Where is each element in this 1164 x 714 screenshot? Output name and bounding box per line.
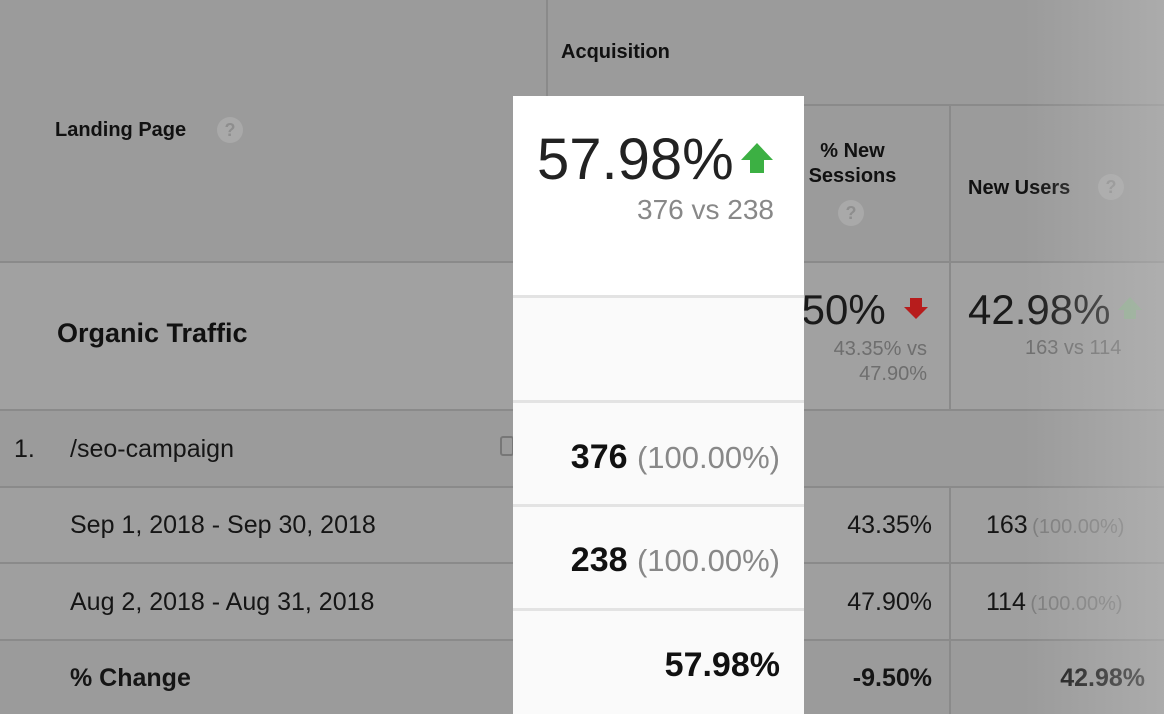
help-icon[interactable]: ? [217, 117, 243, 143]
new-users-pct: (100.00%) [1032, 516, 1125, 538]
arrow-down-icon [903, 296, 929, 325]
divider [513, 400, 804, 403]
new-sessions-value: 43.35% [847, 511, 932, 539]
new-users-change: 42.98% [968, 286, 1111, 333]
highlight-change: 57.98% [537, 127, 734, 192]
highlight-row2: 238 (100.00%) [571, 541, 780, 580]
highlight-compare: 376 vs 238 [637, 194, 774, 225]
new-users-cell: 114 (100.00%) [986, 588, 1123, 617]
new-users-cell: 163 (100.00%) [986, 511, 1124, 540]
divider [513, 295, 804, 298]
new-users-value: 114 [986, 588, 1026, 616]
new-users-pct: (100.00%) [1030, 593, 1123, 615]
landing-page-header[interactable]: Landing Page [55, 119, 186, 142]
date-range-label: Aug 2, 2018 - Aug 31, 2018 [70, 588, 375, 616]
divider [949, 104, 951, 410]
new-users-value: 163 [986, 511, 1028, 539]
highlight-change-row: 57.98% [664, 646, 780, 684]
copy-icon[interactable] [500, 436, 514, 456]
help-icon[interactable]: ? [838, 200, 864, 226]
segment-label: Organic Traffic [57, 318, 248, 348]
value: 238 [570, 541, 628, 579]
date-range-label: Sep 1, 2018 - Sep 30, 2018 [70, 511, 376, 539]
new-sessions-header[interactable]: % New Sessions [800, 139, 905, 189]
new-sessions-change: .50% [790, 286, 886, 333]
new-sessions-value: 47.90% [847, 588, 932, 616]
new-users-change-value: 42.98% [1060, 664, 1145, 692]
landing-page-link[interactable]: /seo-campaign [70, 435, 234, 464]
new-users-header[interactable]: New Users [968, 177, 1070, 200]
change-label: % Change [70, 664, 191, 692]
acquisition-header: Acquisition [561, 41, 670, 63]
arrow-up-icon [740, 142, 774, 179]
highlighted-column: 57.98% 376 vs 238 376 (100.00%) 238 (100… [513, 96, 804, 714]
help-icon[interactable]: ? [1098, 174, 1124, 200]
new-sessions-change-value: -9.50% [852, 664, 932, 692]
highlight-row1: 376 (100.00%) [571, 438, 780, 477]
new-sessions-compare: 43.35% vs 47.90% [833, 338, 927, 385]
value: 376 [570, 438, 628, 476]
new-users-compare: 163 vs 114 [1025, 337, 1122, 359]
arrow-up-icon [1117, 296, 1143, 325]
divider [513, 504, 804, 507]
pct: (100.00%) [636, 543, 780, 578]
divider [949, 487, 951, 714]
row-index: 1. [14, 435, 35, 463]
pct: (100.00%) [636, 440, 780, 475]
divider [513, 608, 804, 611]
